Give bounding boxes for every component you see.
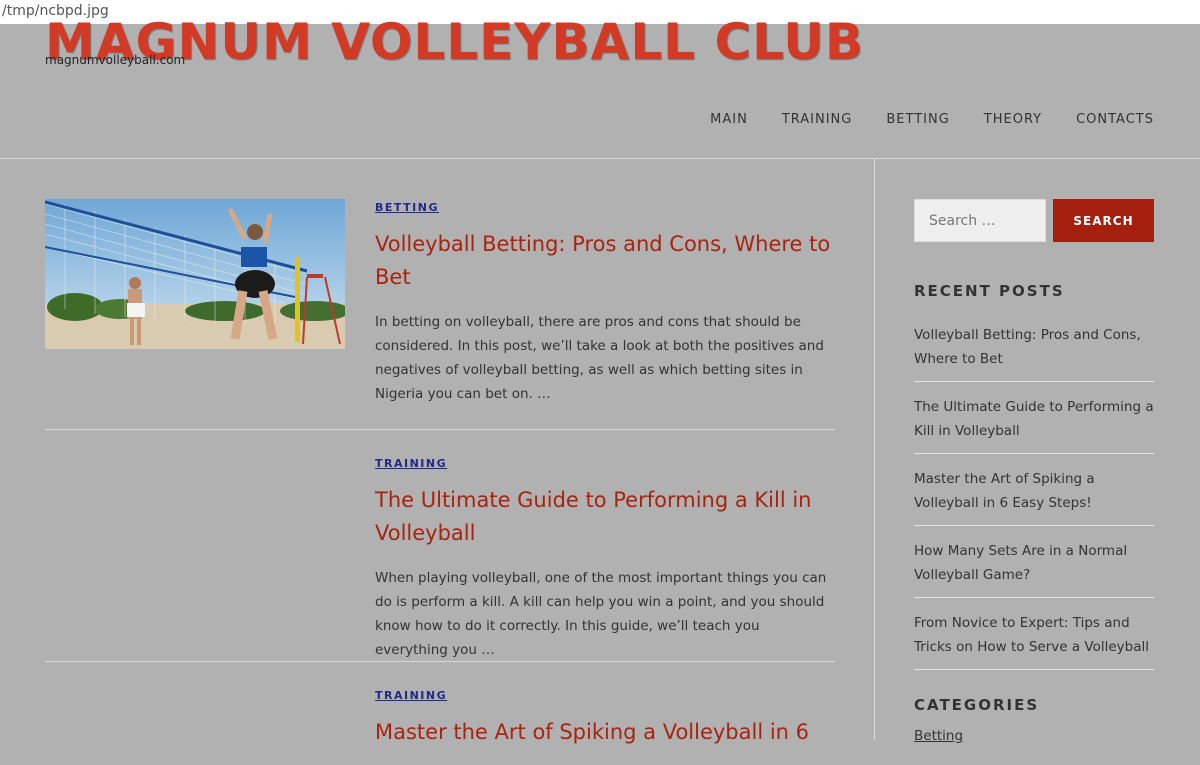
list-item: From Novice to Expert: Tips and Tricks o… <box>914 610 1154 670</box>
post-separator <box>45 661 835 662</box>
post-title-link[interactable]: Volleyball Betting: Pros and Cons, Where… <box>375 228 835 294</box>
post-thumbnail[interactable] <box>45 199 345 349</box>
post-category-link[interactable]: BETTING <box>375 201 835 214</box>
sidebar-divider <box>874 159 875 740</box>
recent-posts-heading: RECENT POSTS <box>914 282 1065 300</box>
recent-post-link[interactable]: How Many Sets Are in a Normal Volleyball… <box>914 543 1127 583</box>
nav-item-main[interactable]: MAIN <box>710 112 748 127</box>
nav-item-training[interactable]: TRAINING <box>782 112 853 127</box>
recent-post-link[interactable]: Volleyball Betting: Pros and Cons, Where… <box>914 327 1141 367</box>
post-content: BETTING Volleyball Betting: Pros and Con… <box>375 199 835 406</box>
post-content: TRAINING The Ultimate Guide to Performin… <box>375 455 835 662</box>
post-category-link[interactable]: TRAINING <box>375 689 835 702</box>
post-title-link[interactable]: Master the Art of Spiking a Volleyball i… <box>375 716 835 749</box>
search-input[interactable] <box>914 199 1046 242</box>
list-item: Volleyball Betting: Pros and Cons, Where… <box>914 322 1154 382</box>
list-item: Master the Art of Spiking a Volleyball i… <box>914 466 1154 526</box>
post-title-link[interactable]: The Ultimate Guide to Performing a Kill … <box>375 484 835 550</box>
beach-volleyball-image <box>45 199 345 349</box>
search-button[interactable]: SEARCH <box>1053 199 1154 242</box>
recent-posts-list: Volleyball Betting: Pros and Cons, Where… <box>914 322 1154 682</box>
main-nav: MAIN TRAINING BETTING THEORY CONTACTS <box>710 112 1154 127</box>
post-excerpt: In betting on volleyball, there are pros… <box>375 314 824 402</box>
recent-post-link[interactable]: Master the Art of Spiking a Volleyball i… <box>914 471 1095 511</box>
list-item: The Ultimate Guide to Performing a Kill … <box>914 394 1154 454</box>
nav-item-theory[interactable]: THEORY <box>984 112 1042 127</box>
post-separator <box>45 429 835 430</box>
nav-item-betting[interactable]: BETTING <box>886 112 949 127</box>
list-item: How Many Sets Are in a Normal Volleyball… <box>914 538 1154 598</box>
categories-heading: CATEGORIES <box>914 696 1040 714</box>
recent-post-link[interactable]: From Novice to Expert: Tips and Tricks o… <box>914 615 1149 655</box>
post-content: TRAINING Master the Art of Spiking a Vol… <box>375 687 835 765</box>
post-category-link[interactable]: TRAINING <box>375 457 835 470</box>
site-description: magnumvolleyball.com <box>45 53 186 67</box>
category-link-betting[interactable]: Betting <box>914 728 963 744</box>
post-excerpt: When playing volleyball, one of the most… <box>375 570 827 658</box>
header-divider <box>0 158 1200 159</box>
nav-item-contacts[interactable]: CONTACTS <box>1076 112 1154 127</box>
recent-post-link[interactable]: The Ultimate Guide to Performing a Kill … <box>914 399 1154 439</box>
